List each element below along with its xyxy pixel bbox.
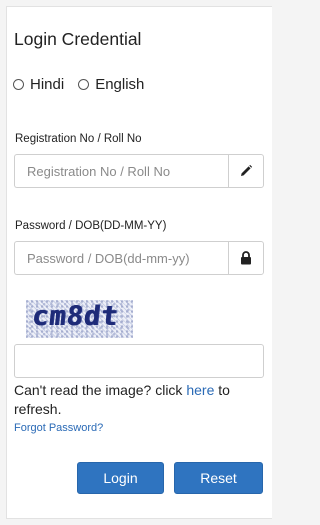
english-radio[interactable] [78,79,90,90]
login-title: Login Credential [14,29,142,49]
forgot-password-link[interactable]: Forgot Password? [14,422,103,434]
lock-icon [228,241,264,275]
reset-button[interactable]: Reset [174,462,263,494]
language-selector: Hindi English [13,76,158,93]
hindi-radio[interactable] [13,79,24,90]
captcha-input[interactable] [14,344,264,378]
login-button[interactable]: Login [77,462,164,494]
captcha-text: cm8dt [30,301,120,332]
refresh-captcha-link[interactable]: here [186,382,214,398]
registration-input[interactable]: Registration No / Roll No [14,154,228,188]
help-prefix: Can't read the image? click [14,382,187,398]
hindi-label: Hindi [30,76,65,93]
registration-label: Registration No / Roll No [15,133,142,145]
pencil-icon [228,154,264,188]
password-label: Password / DOB(DD-MM-YY) [15,220,167,232]
english-label: English [95,76,145,93]
language-option-hindi[interactable]: Hindi [13,76,64,93]
captcha-help-text: Can't read the image? click here to refr… [14,381,259,419]
captcha-image: cm8dt [26,300,133,338]
password-input[interactable]: Password / DOB(dd-mm-yy) [14,241,228,275]
registration-input-group: Registration No / Roll No [14,154,264,188]
language-option-english[interactable]: English [78,76,144,93]
password-input-group: Password / DOB(dd-mm-yy) [14,241,264,275]
